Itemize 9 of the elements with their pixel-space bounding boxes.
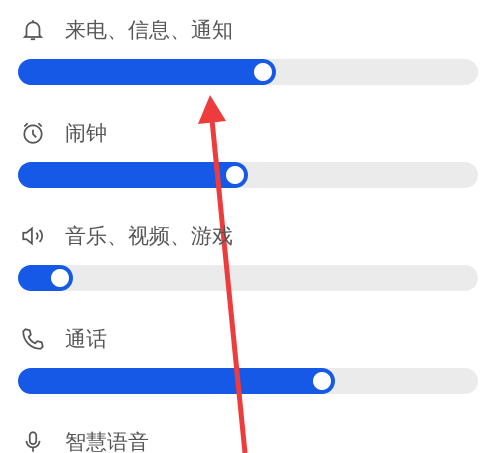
volume-slider[interactable] xyxy=(18,59,478,85)
volume-label: 闹钟 xyxy=(65,120,107,147)
volume-label: 来电、信息、通知 xyxy=(65,17,233,44)
volume-slider[interactable] xyxy=(18,162,478,188)
volume-label: 智慧语音 xyxy=(65,429,149,453)
volume-slider[interactable] xyxy=(18,265,478,291)
volume-slider[interactable] xyxy=(18,368,478,394)
phone-icon xyxy=(20,326,46,352)
volume-label: 通话 xyxy=(65,326,107,353)
